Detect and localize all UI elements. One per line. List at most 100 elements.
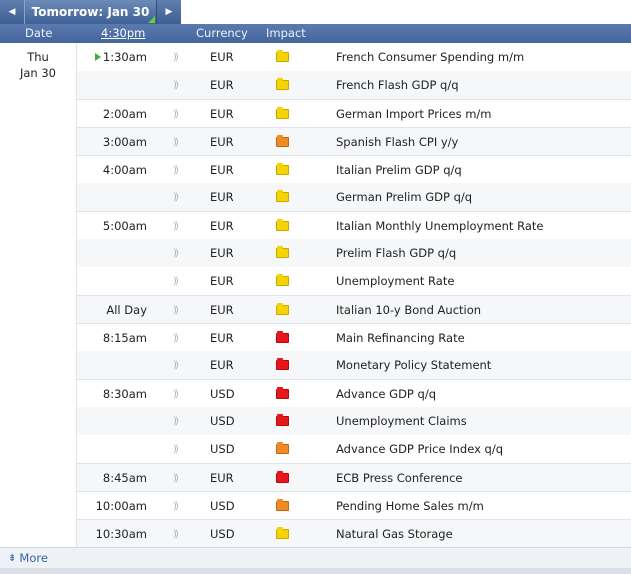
sound-alert-icon[interactable]: )) — [173, 239, 185, 267]
table-row[interactable]: 10:30am)) USD Natural Gas Storage — [77, 519, 631, 547]
event-time-cell: 2:00am — [77, 100, 147, 128]
event-title[interactable]: ECB Press Conference — [336, 464, 626, 492]
table-row[interactable]: )) USD Unemployment Claims — [77, 407, 631, 435]
footer: ⇟ More — [0, 547, 631, 568]
sound-alert-icon[interactable]: )) — [173, 464, 185, 492]
event-time: 8:15am — [102, 331, 147, 345]
table-row[interactable]: )) EUR German Prelim GDP q/q — [77, 183, 631, 211]
event-title[interactable]: German Import Prices m/m — [336, 100, 626, 128]
event-time-cell — [77, 435, 147, 463]
previous-day-button[interactable]: ◀ — [0, 0, 24, 24]
sound-alert-icon[interactable]: )) — [173, 324, 185, 352]
event-title[interactable]: Prelim Flash GDP q/q — [336, 239, 626, 267]
table-row[interactable]: 4:00am)) EUR Italian Prelim GDP q/q — [77, 155, 631, 183]
impact-cell — [276, 267, 292, 295]
sound-alert-icon[interactable]: )) — [173, 492, 185, 520]
sound-alert-icon[interactable]: )) — [173, 380, 185, 408]
day-navigation: ◀ Tomorrow: Jan 30 ▶ — [0, 0, 631, 24]
event-title[interactable]: Main Refinancing Rate — [336, 324, 626, 352]
table-row[interactable]: 2:00am)) EUR German Import Prices m/m — [77, 99, 631, 127]
table-row[interactable]: )) USD Advance GDP Price Index q/q — [77, 435, 631, 463]
impact-cell — [276, 407, 292, 435]
table-row[interactable]: All Day)) EUR Italian 10-y Bond Auction — [77, 295, 631, 323]
table-row[interactable]: 8:45am)) EUR ECB Press Conference — [77, 463, 631, 491]
impact-cell — [276, 492, 292, 520]
sound-alert-icon[interactable]: )) — [173, 100, 185, 128]
event-time-cell — [77, 407, 147, 435]
currency-cell: USD — [210, 499, 235, 513]
impact-orange-folder-icon — [276, 442, 289, 454]
sound-alert-icon[interactable]: )) — [173, 407, 185, 435]
sound-alert-icon[interactable]: )) — [173, 183, 185, 211]
table-row[interactable]: 3:00am)) EUR Spanish Flash CPI y/y — [77, 127, 631, 155]
currency-cell: USD — [210, 442, 235, 456]
table-row[interactable]: 1:30am)) EUR French Consumer Spending m/m — [77, 43, 631, 71]
event-title[interactable]: Advance GDP q/q — [336, 380, 626, 408]
impact-yellow-folder-icon — [276, 246, 289, 258]
table-row[interactable]: 8:15am)) EUR Main Refinancing Rate — [77, 323, 631, 351]
table-row[interactable]: )) EUR Prelim Flash GDP q/q — [77, 239, 631, 267]
currency-cell: EUR — [210, 303, 234, 317]
event-time-cell: 8:30am — [77, 380, 147, 408]
event-time-cell — [77, 267, 147, 295]
sound-alert-icon[interactable]: )) — [173, 267, 185, 295]
impact-yellow-folder-icon — [276, 190, 289, 202]
event-title[interactable]: Spanish Flash CPI y/y — [336, 128, 626, 156]
impact-red-folder-icon — [276, 414, 289, 426]
impact-red-folder-icon — [276, 387, 289, 399]
event-title[interactable]: German Prelim GDP q/q — [336, 183, 626, 211]
sound-alert-icon[interactable]: )) — [173, 296, 185, 324]
play-icon — [94, 53, 101, 61]
event-title[interactable]: Monetary Policy Statement — [336, 351, 626, 379]
event-title[interactable]: Natural Gas Storage — [336, 520, 626, 548]
event-title[interactable]: French Flash GDP q/q — [336, 71, 626, 99]
table-row[interactable]: )) EUR French Flash GDP q/q — [77, 71, 631, 99]
event-time: 5:00am — [102, 219, 147, 233]
event-title[interactable]: French Consumer Spending m/m — [336, 43, 626, 71]
event-time-cell — [77, 71, 147, 99]
sound-alert-icon[interactable]: )) — [173, 520, 185, 548]
event-title[interactable]: Advance GDP Price Index q/q — [336, 435, 626, 463]
sound-alert-icon[interactable]: )) — [173, 212, 185, 240]
currency-cell: EUR — [210, 246, 234, 260]
table-row[interactable]: )) EUR Unemployment Rate — [77, 267, 631, 295]
more-link[interactable]: ⇟ More — [8, 551, 48, 565]
table-row[interactable]: 8:30am)) USD Advance GDP q/q — [77, 379, 631, 407]
day-label-text: Tomorrow: Jan 30 — [31, 5, 150, 19]
sound-alert-icon[interactable]: )) — [173, 156, 185, 184]
date-cell: Thu Jan 30 — [0, 43, 77, 547]
event-title[interactable]: Italian Monthly Unemployment Rate — [336, 212, 626, 240]
impact-yellow-folder-icon — [276, 163, 289, 175]
header-date: Date — [25, 26, 53, 40]
event-title[interactable]: Italian 10-y Bond Auction — [336, 296, 626, 324]
currency-cell: EUR — [210, 274, 234, 288]
event-time: 2:00am — [102, 107, 147, 121]
event-title[interactable]: Italian Prelim GDP q/q — [336, 156, 626, 184]
event-title[interactable]: Unemployment Claims — [336, 407, 626, 435]
table-row[interactable]: )) EUR Monetary Policy Statement — [77, 351, 631, 379]
sound-alert-icon[interactable]: )) — [173, 71, 185, 99]
sound-alert-icon[interactable]: )) — [173, 435, 185, 463]
header-time-link[interactable]: 4:30pm — [101, 26, 145, 40]
event-title[interactable]: Unemployment Rate — [336, 267, 626, 295]
calendar-table: Thu Jan 30 1:30am)) EUR French Consumer Sp… — [0, 43, 631, 547]
table-row[interactable]: 10:00am)) USD Pending Home Sales m/m — [77, 491, 631, 519]
currency-cell: USD — [210, 527, 235, 541]
impact-yellow-folder-icon — [276, 219, 289, 231]
header-impact: Impact — [266, 26, 306, 40]
bottom-bar — [0, 568, 631, 574]
event-time-cell: 4:00am — [77, 156, 147, 184]
more-label: More — [19, 551, 48, 565]
sound-alert-icon[interactable]: )) — [173, 128, 185, 156]
next-day-button[interactable]: ▶ — [157, 0, 181, 24]
impact-yellow-folder-icon — [276, 527, 289, 539]
event-time-cell — [77, 351, 147, 379]
event-title[interactable]: Pending Home Sales m/m — [336, 492, 626, 520]
sound-alert-icon[interactable]: )) — [173, 351, 185, 379]
impact-cell — [276, 464, 292, 492]
more-arrow-icon: ⇟ — [8, 552, 17, 564]
sound-alert-icon[interactable]: )) — [173, 43, 185, 71]
event-time: All Day — [106, 303, 147, 317]
chevron-right-icon: ▶ — [165, 7, 173, 17]
table-row[interactable]: 5:00am)) EUR Italian Monthly Unemployment … — [77, 211, 631, 239]
